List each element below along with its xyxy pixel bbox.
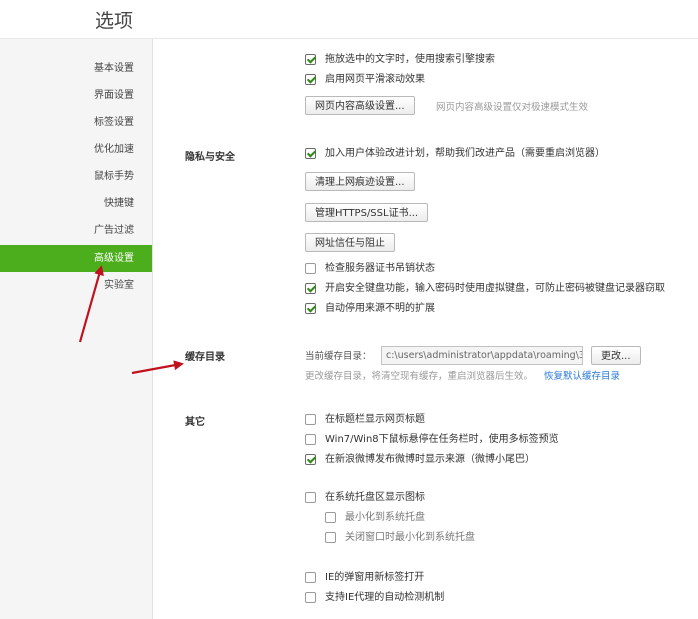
arrow-to-cache-icon — [131, 360, 184, 375]
annotation-arrows — [78, 265, 184, 375]
arrow-to-advanced-icon — [78, 265, 104, 343]
